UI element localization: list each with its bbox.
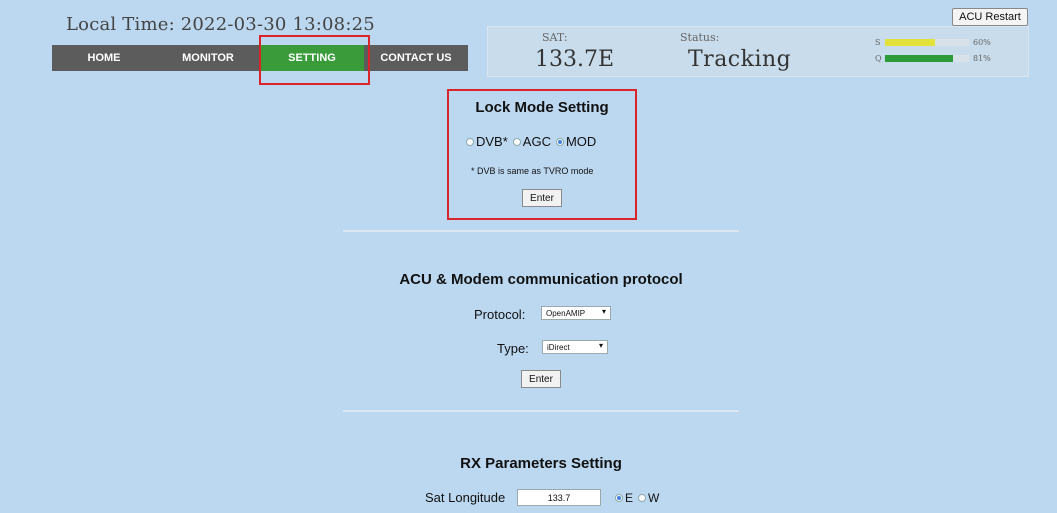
sat-longitude-input[interactable]: 133.7 [517, 489, 601, 506]
signal-meter-track [885, 39, 969, 46]
hemisphere-w-option[interactable]: W [638, 491, 659, 505]
e-radio-label: E [625, 491, 634, 505]
type-select-value: iDirect [547, 342, 570, 352]
nav-home[interactable]: HOME [52, 45, 156, 71]
nav-monitor[interactable]: MONITOR [156, 45, 260, 71]
quality-meter-label: Q [875, 54, 882, 63]
signal-meter-label: S [875, 38, 881, 47]
w-radio-label: W [648, 491, 660, 505]
sat-value: 133.7E [535, 47, 615, 72]
protocol-select-value: OpenAMIP [546, 308, 586, 318]
quality-meter-track [885, 55, 969, 62]
sat-label: SAT: [542, 31, 568, 44]
section-divider [343, 230, 739, 232]
quality-meter: Q 81% [875, 54, 1025, 64]
type-select[interactable]: iDirect ▾ [542, 340, 608, 354]
setting-highlight-box [259, 35, 370, 85]
quality-meter-percent: 81% [973, 54, 991, 63]
w-radio[interactable] [638, 494, 647, 502]
sat-longitude-label: Sat Longitude [425, 490, 506, 505]
chevron-down-icon: ▾ [598, 341, 603, 350]
hemisphere-e-option[interactable]: E [615, 491, 633, 505]
chevron-down-icon: ▾ [601, 307, 606, 316]
acu-modem-title: ACU & Modem communication protocol [399, 271, 683, 288]
lock-mode-highlight-box [447, 89, 637, 220]
status-panel: SAT: 133.7E Status: Tracking S 60% Q 81% [487, 26, 1029, 77]
rx-params-title: RX Parameters Setting [460, 455, 622, 472]
e-radio[interactable] [615, 494, 623, 502]
type-label: Type: [497, 341, 529, 356]
protocol-label: Protocol: [474, 307, 526, 322]
signal-meter-percent: 60% [973, 38, 991, 47]
local-time: Local Time: 2022-03-30 13:08:25 [66, 14, 375, 35]
signal-meter-fill [885, 39, 936, 46]
status-value: Tracking [688, 47, 792, 72]
signal-meter: S 60% [875, 38, 1025, 48]
protocol-select[interactable]: OpenAMIP ▾ [541, 306, 611, 320]
acu-restart-button[interactable]: ACU Restart [952, 8, 1028, 26]
acu-modem-enter-button[interactable]: Enter [521, 370, 561, 388]
quality-meter-fill [885, 55, 954, 62]
nav-contact-us[interactable]: CONTACT US [364, 45, 468, 71]
status-label: Status: [680, 31, 720, 44]
section-divider [343, 410, 739, 412]
hemisphere-options: E W [615, 491, 664, 505]
